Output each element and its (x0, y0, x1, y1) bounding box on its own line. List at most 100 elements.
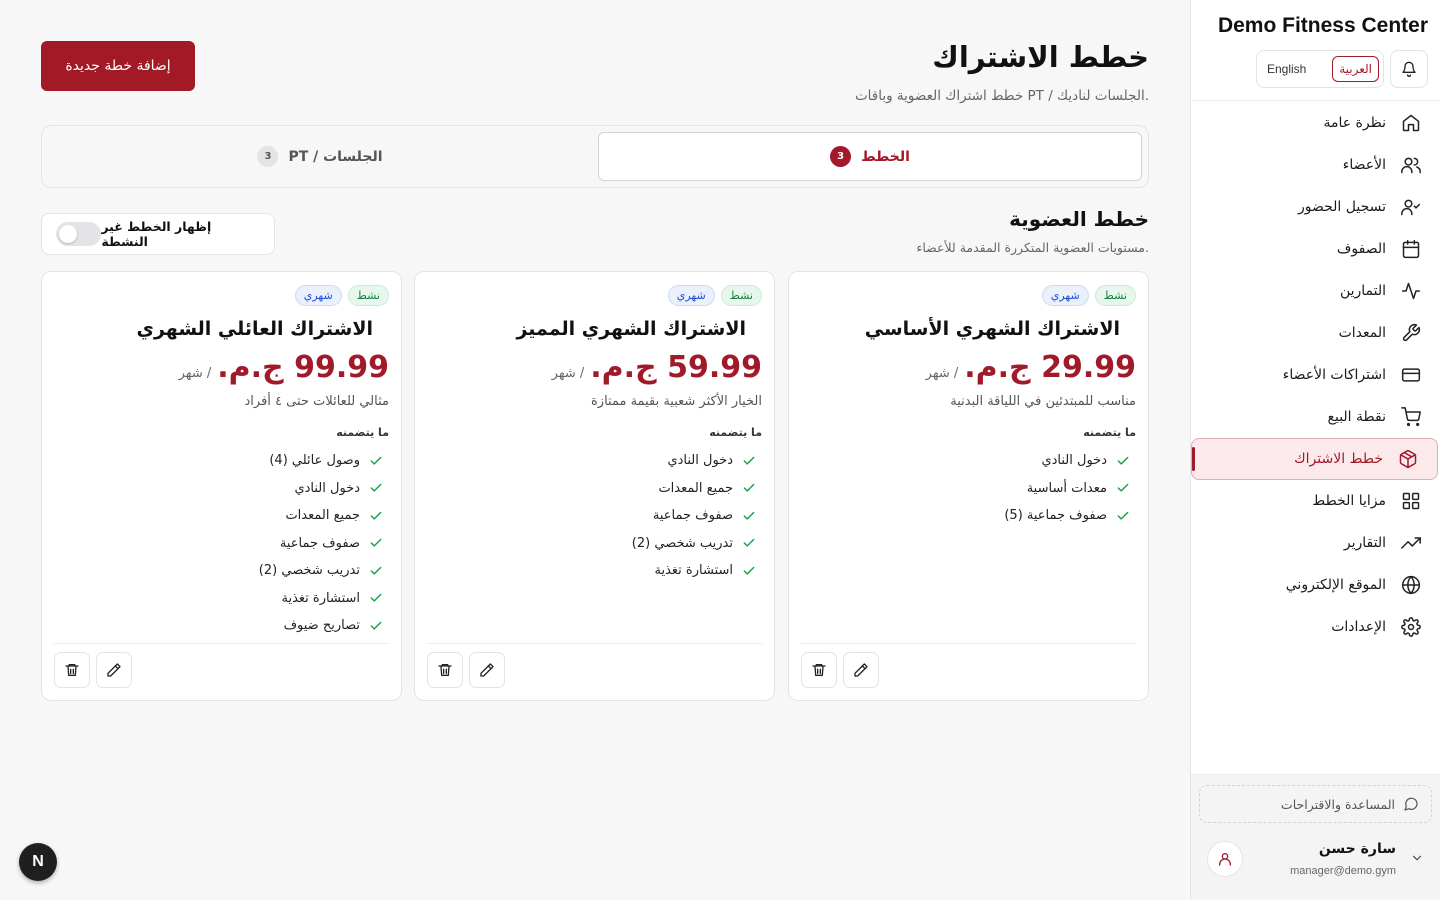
edit-plan-button[interactable] (96, 652, 132, 688)
tab-count-badge: 3 (257, 146, 279, 167)
sidebar-item-label: الأعضاء (1342, 157, 1386, 173)
sidebar-item-label: الإعدادات (1331, 619, 1386, 635)
brand-name: Demo Fitness Center (1217, 14, 1428, 37)
bell-icon (1402, 61, 1416, 77)
credit-card-icon (1400, 364, 1422, 386)
plan-badges: شهري نشط (1041, 285, 1136, 306)
card-divider (54, 643, 389, 644)
feature-item: تدريب شخصي (2) (632, 530, 756, 558)
main-content: إضافة خطة جديدة خطط الاشتراك خطط اشتراك … (0, 0, 1190, 900)
card-divider (427, 643, 762, 644)
edit-plan-button[interactable] (843, 652, 879, 688)
feature-item: صفوف جماعية (5) (1004, 502, 1130, 530)
plan-description: الخيار الأكثر شعبية بقيمة ممتازة (591, 394, 762, 409)
notifications-button[interactable] (1390, 50, 1428, 88)
avatar (1207, 841, 1243, 877)
sidebar-item-exercises[interactable]: التمارين (1191, 270, 1440, 312)
sidebar-item-classes[interactable]: الصفوف (1191, 228, 1440, 270)
sidebar-item-equipment[interactable]: المعدات (1191, 312, 1440, 354)
feature-item: دخول النادي (632, 447, 756, 475)
price-row: 59.99 ج.م. / شهر (552, 350, 762, 385)
price-row: 99.99 ج.م. / شهر (179, 350, 389, 385)
feature-item: صفوف جماعية (632, 502, 756, 530)
sidebar-item-attendance[interactable]: تسجيل الحضور (1191, 186, 1440, 228)
card-actions (801, 652, 879, 688)
user-email: manager@demo.gym (1290, 865, 1396, 877)
sidebar-item-plan-features[interactable]: مزايا الخطط (1191, 480, 1440, 522)
page-subtitle: خطط اشتراك العضوية وباقات PT / الجلسات ل… (854, 88, 1149, 104)
tab-plans[interactable]: 3 الخطط (598, 132, 1142, 181)
frequency-badge: شهري (1041, 285, 1089, 306)
frequency-badge: شهري (294, 285, 342, 306)
tab-label: الخطط (861, 148, 910, 165)
plan-name: الاشتراك العائلي الشهري (136, 318, 373, 340)
trash-icon (438, 664, 452, 676)
sidebar-item-website[interactable]: الموقع الإلكتروني (1191, 564, 1440, 606)
help-feedback-button[interactable]: المساعدة والاقتراحات (1199, 785, 1432, 823)
cart-icon (1400, 406, 1422, 428)
feature-text: معدات أساسية (1026, 480, 1107, 496)
check-icon (1117, 456, 1129, 465)
user-menu[interactable]: سارة حسن manager@demo.gym (1191, 837, 1440, 893)
trash-icon (812, 664, 826, 676)
feature-list: وصول عائلي (4) دخول النادي جميع المعدات … (259, 447, 383, 640)
check-icon (370, 566, 382, 575)
frequency-badge: شهري (667, 285, 715, 306)
pencil-icon (854, 663, 868, 677)
plan-badges: شهري نشط (667, 285, 762, 306)
feature-text: دخول النادي (667, 453, 733, 469)
delete-plan-button[interactable] (427, 652, 463, 688)
section-title: خطط العضوية (1009, 207, 1149, 231)
check-icon (1117, 484, 1129, 492)
section-subtitle: مستويات العضوية المتكررة المقدمة للأعضاء… (916, 240, 1149, 255)
feature-item: جميع المعدات (632, 475, 756, 503)
grid-icon (1400, 490, 1422, 512)
feature-list: دخول النادي جميع المعدات صفوف جماعية تدر… (632, 447, 756, 585)
lang-arabic-option[interactable]: العربية (1332, 56, 1379, 82)
plan-description: مناسب للمبتدئين في اللياقة البدنية (950, 394, 1136, 409)
plan-card-basic: شهري نشط الاشتراك الشهري الأساسي 29.99 ج… (788, 271, 1149, 701)
feature-item: تصاريح ضيوف (259, 612, 383, 640)
sidebar-item-pos[interactable]: نقطة البيع (1191, 396, 1440, 438)
dev-tools-button[interactable]: N (19, 843, 57, 881)
price-period: / شهر (551, 366, 585, 381)
sidebar-item-label: الموقع الإلكتروني (1285, 577, 1386, 593)
price-row: 29.99 ج.م. / شهر (926, 350, 1136, 385)
sidebar-item-settings[interactable]: الإعدادات (1191, 606, 1440, 648)
feature-text: صفوف جماعية (279, 535, 360, 551)
sidebar-item-label: خطط الاشتراك (1294, 451, 1383, 467)
wrench-icon (1400, 322, 1422, 344)
add-plan-button[interactable]: إضافة خطة جديدة (41, 41, 195, 91)
check-icon (1117, 511, 1129, 520)
show-inactive-toggle[interactable] (56, 222, 102, 246)
sidebar-item-label: التقارير (1343, 535, 1386, 551)
feature-text: صفوف جماعية (5) (1004, 508, 1107, 524)
plan-description: مثالي للعائلات حتى ٤ أفراد (244, 394, 389, 409)
toggle-label: إظهار الخطط غير النشطة (101, 219, 212, 249)
sidebar-item-subscription-plans[interactable]: خطط الاشتراك (1191, 438, 1438, 480)
help-label: المساعدة والاقتراحات (1280, 796, 1395, 812)
tab-pt-sessions[interactable]: 3 PT / الجلسات (48, 132, 592, 181)
sidebar-item-members[interactable]: الأعضاء (1191, 144, 1440, 186)
sidebar-item-memberships[interactable]: اشتراكات الأعضاء (1191, 354, 1440, 396)
sidebar-item-label: اشتراكات الأعضاء (1282, 367, 1386, 383)
sidebar-nav: نظرة عامة الأعضاء تسجيل الحضور الصفوف ال… (1191, 102, 1440, 648)
delete-plan-button[interactable] (801, 652, 837, 688)
sidebar-item-reports[interactable]: التقارير (1191, 522, 1440, 564)
edit-plan-button[interactable] (469, 652, 505, 688)
feature-text: دخول النادي (294, 480, 360, 496)
lang-english-option[interactable]: English (1261, 57, 1312, 81)
sidebar-footer: المساعدة والاقتراحات سارة حسن manager@de… (1191, 774, 1440, 900)
user-check-icon (1400, 196, 1422, 218)
pencil-icon (107, 663, 121, 677)
check-icon (743, 456, 755, 465)
feature-item: استشارة تغذية (259, 585, 383, 613)
includes-label: ما يتضمنه (336, 426, 389, 439)
delete-plan-button[interactable] (54, 652, 90, 688)
sidebar-item-overview[interactable]: نظرة عامة (1191, 102, 1440, 144)
user-icon (1219, 853, 1231, 866)
feature-item: جميع المعدات (259, 502, 383, 530)
plan-badges: شهري نشط (294, 285, 389, 306)
tab-label: PT / الجلسات (288, 148, 383, 165)
card-divider (801, 643, 1136, 644)
